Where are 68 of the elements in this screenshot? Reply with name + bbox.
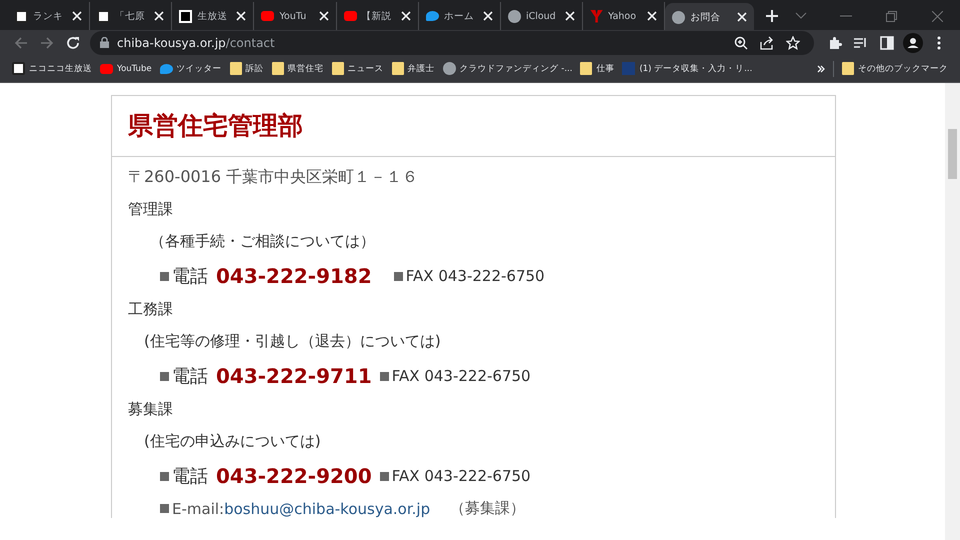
section-name: 管理課 <box>128 199 174 219</box>
email-note: （募集課） <box>450 499 526 518</box>
fax-number: FAX 043-222-6750 <box>392 367 531 385</box>
site-icon <box>15 10 28 22</box>
browser-tab[interactable]: お問合 <box>665 3 754 31</box>
scrollbar-thumb[interactable] <box>948 129 957 179</box>
address-text: 〒260-0016 千葉市中央区栄町１－１６ <box>128 167 420 187</box>
phone-number: 043-222-9711 <box>216 364 372 388</box>
department-title: 県営住宅管理部 <box>128 110 304 142</box>
url-text: chiba-kousya.or.jp/contact <box>117 36 275 50</box>
phone-number: 043-222-9182 <box>216 264 372 288</box>
bookmark-item[interactable]: その他のブックマーク <box>838 62 952 75</box>
phone-label: 電話 <box>172 265 208 288</box>
bookmark-item[interactable]: クラウドファンディング -... <box>438 62 576 75</box>
close-icon[interactable] <box>318 11 329 21</box>
close-icon[interactable] <box>482 11 493 21</box>
bookmark-item[interactable]: YouTube <box>96 64 156 74</box>
address-bar[interactable]: chiba-kousya.or.jp/contact <box>90 30 814 54</box>
close-icon[interactable] <box>647 11 658 21</box>
folder-icon <box>392 62 404 75</box>
email-link[interactable]: boshuu@chiba-kousya.or.jp <box>224 500 430 518</box>
section-name: 工務課 <box>128 299 174 319</box>
section-note: (住宅の申込みについては) <box>143 431 322 451</box>
bookmark-item[interactable]: ツイッター <box>156 62 226 74</box>
square-bullet-icon <box>380 372 389 380</box>
bookmark-item[interactable]: 仕事 <box>576 62 618 75</box>
site-icon <box>179 10 192 22</box>
play-icon <box>344 11 357 21</box>
phone-number: 043-222-9200 <box>216 464 372 488</box>
phone-label: 電話 <box>172 465 208 488</box>
folder-icon <box>580 62 592 75</box>
play-icon <box>261 11 274 21</box>
bookmark-item[interactable]: (1) データ収集・入力・リ... <box>618 62 756 75</box>
bookmark-item[interactable]: 県営住宅 <box>268 62 328 75</box>
folder-icon <box>230 62 242 75</box>
bookmark-item[interactable]: 訴訟 <box>226 62 268 75</box>
bookmark-item[interactable]: 弁護士 <box>388 62 439 75</box>
folder-icon <box>332 62 344 75</box>
square-bullet-icon <box>380 472 389 480</box>
play-icon <box>100 64 113 74</box>
plus-icon[interactable] <box>766 10 778 22</box>
site-icon <box>97 10 110 22</box>
close-icon[interactable] <box>236 11 246 21</box>
phone-label: 電話 <box>172 365 208 388</box>
fax-number: FAX 043-222-6750 <box>406 267 545 285</box>
folder-icon <box>272 62 284 75</box>
section-note: （各種手続・ご相談については） <box>149 231 376 251</box>
close-icon[interactable] <box>154 11 164 21</box>
square-bullet-icon <box>160 504 169 513</box>
square-bullet-icon <box>394 272 403 280</box>
square-bullet-icon <box>160 272 169 280</box>
close-icon[interactable] <box>737 12 748 22</box>
site-icon <box>622 62 636 75</box>
bookmark-item[interactable]: ニュース <box>328 62 388 75</box>
email-label: E-mail: <box>172 500 224 518</box>
avatar-icon[interactable] <box>900 32 926 52</box>
close-icon[interactable] <box>565 11 576 21</box>
fax-number: FAX 043-222-6750 <box>392 467 531 485</box>
close-icon[interactable] <box>400 11 411 21</box>
bookmark-item[interactable]: ニコニコ生放送 <box>8 62 96 75</box>
section-name: 募集課 <box>128 399 174 419</box>
square-bullet-icon <box>160 372 169 380</box>
site-icon <box>12 62 25 75</box>
section-note: (住宅等の修理・引越し（退去）については) <box>143 331 442 351</box>
close-icon[interactable] <box>72 11 82 21</box>
square-bullet-icon <box>160 472 169 480</box>
lock-icon <box>100 37 109 48</box>
folder-icon <box>842 62 854 75</box>
